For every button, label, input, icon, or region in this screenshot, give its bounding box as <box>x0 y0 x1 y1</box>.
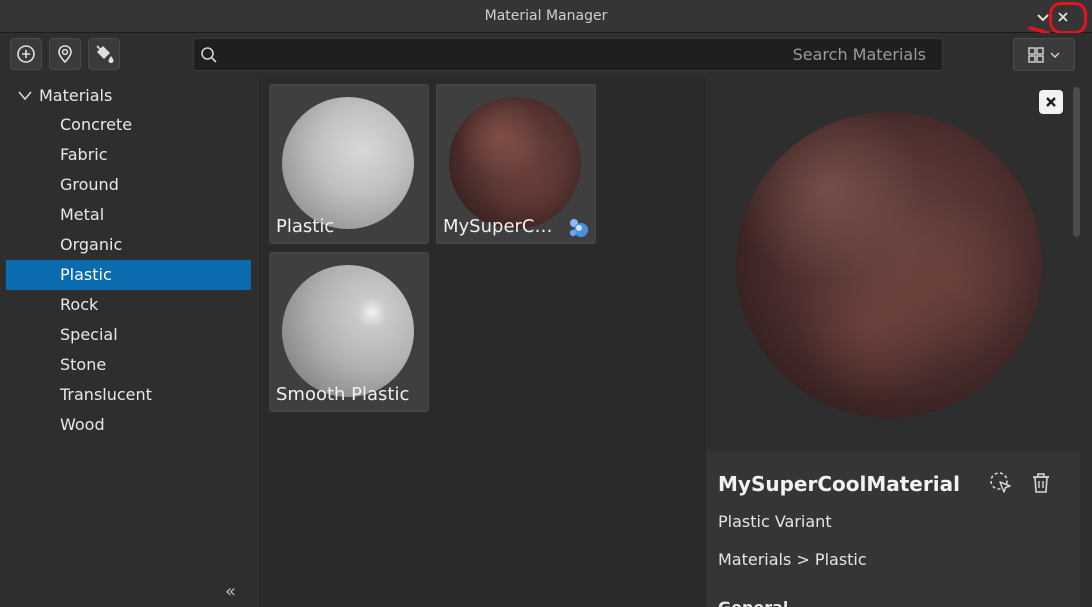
close-preview-button[interactable] <box>1039 90 1063 114</box>
sidebar-item-metal[interactable]: Metal <box>6 200 251 230</box>
material-grid: Plastic MySuperCo… Smooth Plastic <box>262 77 706 607</box>
sidebar-item-organic[interactable]: Organic <box>6 230 251 260</box>
add-material-button[interactable] <box>10 38 42 70</box>
collapse-sidebar-button[interactable]: « <box>225 583 243 601</box>
sidebar-item-translucent[interactable]: Translucent <box>6 380 251 410</box>
sidebar-item-fabric[interactable]: Fabric <box>6 140 251 170</box>
material-tile-plastic[interactable]: Plastic <box>269 84 429 244</box>
toolbar <box>0 33 1092 77</box>
chevron-down-icon[interactable] <box>17 89 33 103</box>
material-path: Materials > Plastic <box>718 550 867 569</box>
search-input[interactable] <box>224 39 934 70</box>
material-tile-label: Plastic <box>276 216 335 237</box>
sidebar-item-ground[interactable]: Ground <box>6 170 251 200</box>
trash-icon[interactable] <box>1028 470 1054 496</box>
material-name: MySuperCoolMaterial <box>718 472 960 496</box>
sidebar-item-plastic[interactable]: Plastic <box>6 260 251 290</box>
material-details: MySuperCoolMaterial Plastic Variant Mate… <box>706 452 1080 607</box>
paint-bucket-icon <box>96 45 114 63</box>
material-preview-thumbnail <box>449 97 581 229</box>
sidebar-item-concrete[interactable]: Concrete <box>6 110 251 140</box>
material-tile-mysupercoolmaterial[interactable]: MySuperCo… <box>436 84 596 244</box>
material-tile-smooth-plastic[interactable]: Smooth Plastic <box>269 252 429 412</box>
search-icon <box>201 47 217 63</box>
scrollbar[interactable] <box>1073 87 1080 237</box>
preview-pane: MySuperCoolMaterial Plastic Variant Mate… <box>706 77 1092 607</box>
sidebar-item-wood[interactable]: Wood <box>6 410 251 440</box>
search-box[interactable] <box>193 38 943 71</box>
apply-material-button[interactable] <box>88 38 120 70</box>
sidebar-item-stone[interactable]: Stone <box>6 350 251 380</box>
material-preview-thumbnail <box>282 97 414 229</box>
material-variant-icon <box>569 219 588 237</box>
sidebar-item-rock[interactable]: Rock <box>6 290 251 320</box>
window-title: Material Manager <box>484 8 608 24</box>
show-in-explorer-button[interactable] <box>49 38 81 70</box>
title-bar: Material Manager <box>0 0 1092 33</box>
material-preview-sphere <box>736 112 1042 418</box>
material-preview-thumbnail <box>282 265 414 397</box>
sidebar-item-special[interactable]: Special <box>6 320 251 350</box>
tree-root-label: Materials <box>39 86 113 105</box>
tree-root-materials[interactable]: Materials <box>0 83 255 109</box>
material-tile-label: Smooth Plastic <box>276 384 410 405</box>
location-pin-icon <box>58 45 72 64</box>
chevron-down-icon <box>1050 52 1060 58</box>
sidebar: Materials Concrete Fabric Ground Metal O… <box>0 77 261 607</box>
material-variant-label: Plastic Variant <box>718 512 832 531</box>
select-cursor-icon[interactable] <box>988 470 1014 496</box>
close-icon <box>1046 97 1056 107</box>
plus-circle-icon <box>17 45 35 63</box>
view-mode-button[interactable] <box>1013 38 1075 71</box>
general-section-heading[interactable]: General <box>718 598 788 607</box>
material-tile-label: MySuperCo… <box>443 216 561 237</box>
grid-view-icon <box>1028 47 1044 63</box>
